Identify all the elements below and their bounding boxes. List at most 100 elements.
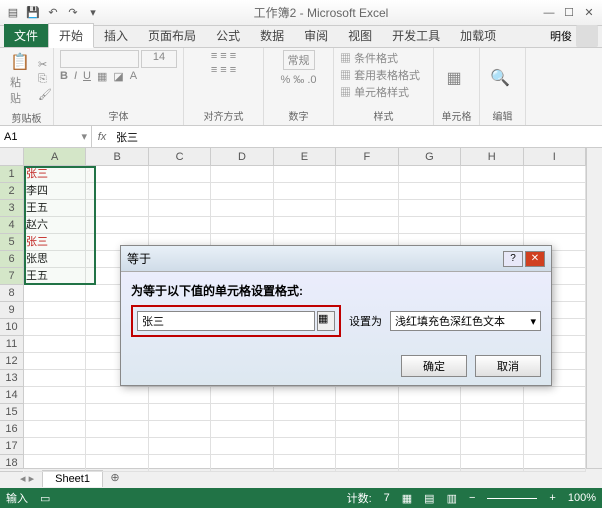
ok-button[interactable]: 确定 [401,355,467,377]
cell[interactable] [149,166,211,183]
zoom-slider[interactable] [487,498,537,499]
formula-input[interactable]: 张三 [112,129,602,145]
row-header[interactable]: 18 [0,455,23,472]
table-format-button[interactable]: ▦ 套用表格格式 [340,67,420,83]
redo-icon[interactable]: ↷ [64,4,82,22]
cell[interactable] [399,183,461,200]
save-icon[interactable]: 💾 [24,4,42,22]
fx-icon[interactable]: fx [92,131,112,143]
cell[interactable] [24,336,86,353]
cell[interactable] [274,183,336,200]
cell[interactable] [461,455,523,472]
underline-button[interactable]: U [83,70,91,83]
border-icon[interactable]: ▦ [97,70,107,83]
cell[interactable] [399,438,461,455]
cell[interactable] [149,455,211,472]
cell[interactable] [274,166,336,183]
cell[interactable] [336,455,398,472]
cell[interactable]: 张三 [24,166,86,183]
cell[interactable] [524,387,586,404]
cells-button[interactable]: ▦ [440,66,468,90]
cell[interactable] [461,438,523,455]
cell[interactable]: 张思 [24,251,86,268]
cell[interactable] [461,200,523,217]
col-header[interactable]: F [336,148,398,165]
cell[interactable] [149,438,211,455]
cell[interactable] [24,319,86,336]
row-header[interactable]: 17 [0,438,23,455]
row-header[interactable]: 14 [0,387,23,404]
cell[interactable] [336,166,398,183]
cell[interactable] [524,421,586,438]
zoom-level[interactable]: 100% [568,492,596,504]
cell[interactable] [211,200,273,217]
tab-review[interactable]: 审阅 [294,24,338,47]
tab-data[interactable]: 数据 [250,24,294,47]
cell[interactable] [24,387,86,404]
select-all-corner[interactable] [0,148,24,166]
cell[interactable]: 王五 [24,268,86,285]
col-header[interactable]: D [211,148,273,165]
cell[interactable] [149,387,211,404]
cell[interactable] [86,217,148,234]
cell[interactable] [336,387,398,404]
font-select[interactable] [60,50,139,68]
row-header[interactable]: 11 [0,336,23,353]
cell[interactable] [336,217,398,234]
cell[interactable] [86,455,148,472]
cell[interactable] [86,421,148,438]
tab-view[interactable]: 视图 [338,24,382,47]
tab-addins[interactable]: 加载项 [450,24,506,47]
cell[interactable] [86,200,148,217]
col-header[interactable]: A [24,148,86,165]
italic-button[interactable]: I [74,70,77,83]
find-button[interactable]: 🔍 [486,66,514,90]
cell[interactable]: 张三 [24,234,86,251]
cell[interactable]: 赵六 [24,217,86,234]
cell[interactable] [24,353,86,370]
tab-file[interactable]: 文件 [4,24,48,47]
cell[interactable]: 王五 [24,200,86,217]
cell[interactable] [524,200,586,217]
vertical-scrollbar[interactable] [586,148,602,468]
conditional-format-button[interactable]: ▦ 条件格式 [340,50,398,66]
row-header[interactable]: 6 [0,251,23,268]
cell[interactable] [24,421,86,438]
cell[interactable] [211,183,273,200]
cell[interactable] [524,455,586,472]
bold-button[interactable]: B [60,70,68,83]
namebox-dropdown-icon[interactable]: ▾ [81,130,87,143]
cell[interactable] [149,217,211,234]
cell[interactable] [86,438,148,455]
cell[interactable] [86,404,148,421]
row-header[interactable]: 8 [0,285,23,302]
undo-icon[interactable]: ↶ [44,4,62,22]
cell[interactable] [86,183,148,200]
font-size-select[interactable]: 14 [141,50,177,68]
cell[interactable] [211,217,273,234]
cell[interactable] [24,438,86,455]
cell[interactable] [461,166,523,183]
dialog-close-button[interactable]: ✕ [525,251,545,267]
cell[interactable] [274,438,336,455]
cell[interactable] [524,183,586,200]
zoom-in-button[interactable]: + [549,492,555,504]
cell[interactable] [399,217,461,234]
cell-style-button[interactable]: ▦ 单元格样式 [340,84,409,100]
sheet-nav-icon[interactable]: ◂ ▸ [20,472,34,485]
cell[interactable] [524,404,586,421]
cell[interactable] [461,421,523,438]
col-header[interactable]: I [524,148,586,165]
cell[interactable] [24,285,86,302]
cell[interactable] [461,404,523,421]
cell[interactable] [399,200,461,217]
cell[interactable] [399,455,461,472]
cell[interactable] [524,438,586,455]
col-header[interactable]: G [399,148,461,165]
cell[interactable] [461,387,523,404]
tab-insert[interactable]: 插入 [94,24,138,47]
cell[interactable] [274,387,336,404]
row-header[interactable]: 16 [0,421,23,438]
cell[interactable] [336,183,398,200]
col-header[interactable]: E [274,148,336,165]
